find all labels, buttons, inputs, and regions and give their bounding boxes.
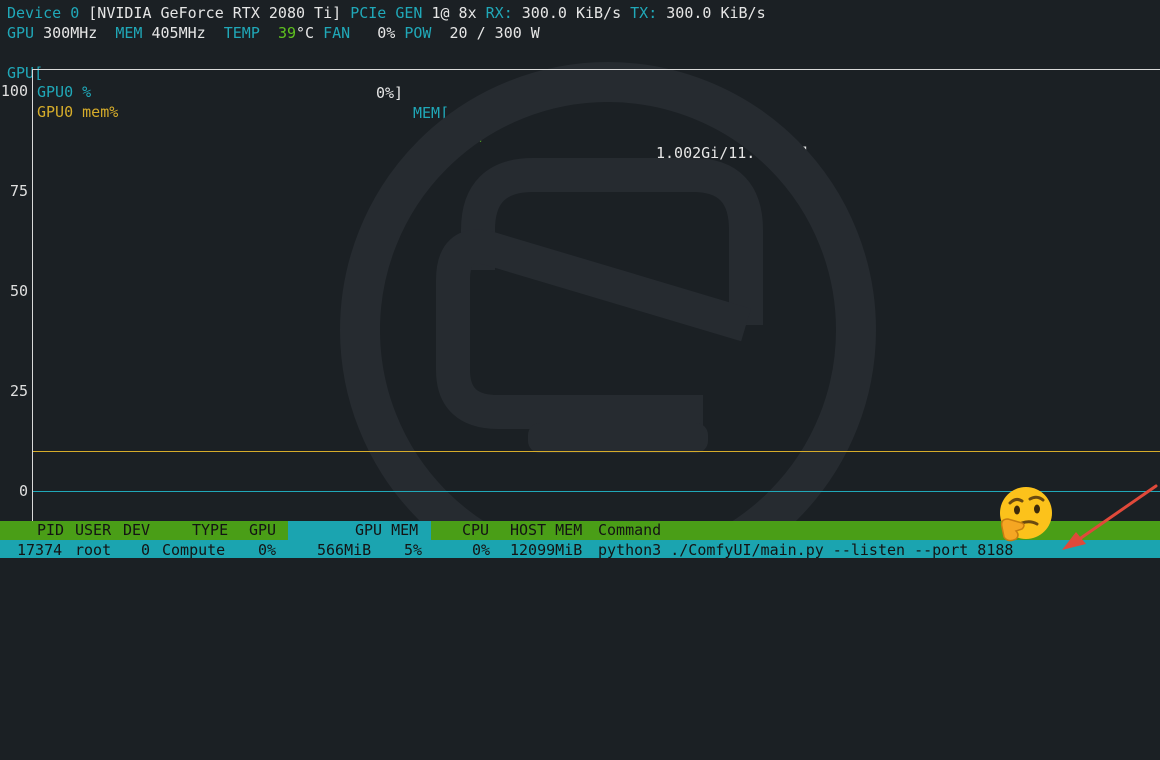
gpu-clock-value: 300MHz <box>43 24 98 42</box>
device-info-row: Device 0 [NVIDIA GeForce RTX 2080 Ti] PC… <box>7 3 766 23</box>
cell-user: root <box>75 541 112 559</box>
gen-label: GEN <box>395 4 423 22</box>
tx-value: 300.0 KiB/s <box>666 4 766 22</box>
red-arrow-icon <box>1062 484 1158 550</box>
y-tick-label: 50 <box>9 282 28 300</box>
table-row[interactable]: 17374 root 0 Compute 0% 566MiB 5% 0% 120… <box>0 540 1160 559</box>
legend-gpu-util: GPU0 % <box>37 83 92 101</box>
y-tick-label: 25 <box>9 382 28 400</box>
process-table-header: PID USER DEV TYPE GPU GPU MEM CPU HOST M… <box>0 521 1160 540</box>
header-cpu[interactable]: CPU <box>462 521 489 540</box>
pow-value: 20 / 300 W <box>449 24 540 42</box>
temp-value: 39 <box>277 24 296 42</box>
cell-gpu-mem-pct: 5% <box>404 541 423 559</box>
pow-label: POW <box>404 24 432 42</box>
clocks-row: GPU 300MHz MEM 405MHz TEMP 39°C FAN 0% P… <box>7 23 540 43</box>
rx-value: 300.0 KiB/s <box>521 4 622 22</box>
chart-plot-area <box>32 69 1160 521</box>
device-label: Device 0 <box>7 4 80 22</box>
header-gpu[interactable]: GPU <box>249 521 276 540</box>
utilization-bars-row: GPU[ 0%] MEM[ ||| 1.002Gi/11.000Gi] <box>7 43 1152 162</box>
series-line-0 <box>33 491 1160 492</box>
pcie-label: PCIe <box>350 4 387 22</box>
y-tick-label: 0 <box>18 482 28 500</box>
header-user[interactable]: USER <box>75 521 111 540</box>
cell-host-mem: 12099MiB <box>510 541 583 559</box>
header-pid[interactable]: PID <box>37 521 64 540</box>
header-type[interactable]: TYPE <box>192 521 228 540</box>
header-dev[interactable]: DEV <box>123 521 150 540</box>
header-command[interactable]: Command <box>598 521 661 540</box>
fan-label: FAN <box>323 24 351 42</box>
cell-cpu: 0% <box>472 541 491 559</box>
mem-clock-value: 405MHz <box>151 24 206 42</box>
header-host-mem[interactable]: HOST MEM <box>510 521 582 540</box>
series-line-1 <box>33 451 1160 452</box>
cell-command: python3 ./ComfyUI/main.py --listen --por… <box>598 541 1014 559</box>
header-gpu-mem[interactable]: GPU MEM <box>355 521 418 540</box>
gpu-clock-label: GPU <box>7 24 35 42</box>
rx-label: RX: <box>485 4 513 22</box>
mem-clock-label: MEM <box>115 24 143 42</box>
cell-gpu-mem: 566MiB <box>317 541 372 559</box>
y-tick-label: 75 <box>9 182 28 200</box>
temp-label: TEMP <box>223 24 260 42</box>
cell-gpu: 0% <box>258 541 277 559</box>
fan-value: 0% <box>377 24 396 42</box>
legend-gpu-mem: GPU0 mem% <box>37 103 119 121</box>
temp-unit: °C <box>296 24 315 42</box>
y-tick-label: 100 <box>0 82 28 100</box>
device-name: [NVIDIA GeForce RTX 2080 Ti] <box>88 4 342 22</box>
tx-label: TX: <box>630 4 658 22</box>
cell-dev: 0 <box>141 541 151 559</box>
cell-type: Compute <box>162 541 226 559</box>
gen-value: 1@ 8x <box>431 4 477 22</box>
cell-pid: 17374 <box>17 541 63 559</box>
